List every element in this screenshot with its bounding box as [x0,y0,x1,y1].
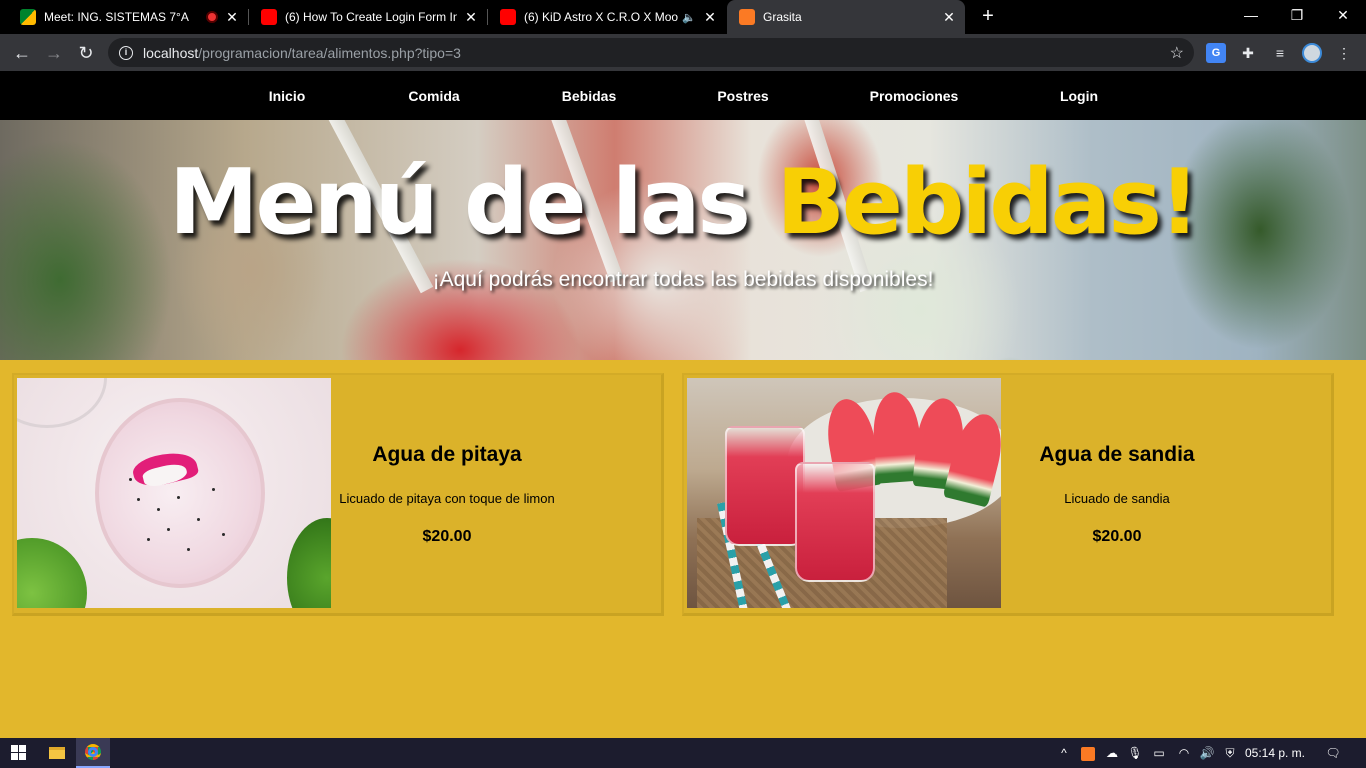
product-description: Licuado de sandia [1064,491,1170,506]
reload-icon[interactable]: ↻ [72,39,100,67]
pitaya-glass [95,398,265,588]
nav-bebidas[interactable]: Bebidas [562,71,616,120]
microphone-icon[interactable]: 🎙 [1126,738,1144,768]
product-price: $20.00 [1092,528,1142,545]
site-navigation: Inicio Comida Bebidas Postres Promocione… [0,71,1366,120]
tab-meet[interactable]: Meet: ING. SISTEMAS 7°A ✕ [8,0,248,34]
audio-playing-icon[interactable]: 🔈 [682,11,696,24]
site-info-icon[interactable]: i [119,45,133,60]
product-card[interactable]: Agua de sandia Licuado de sandia $20.00 [682,373,1334,616]
tab-close-icon[interactable]: ✕ [702,9,718,26]
url-path: /programacion/tarea/alimentos.php?tipo=3 [198,44,461,61]
product-description: Licuado de pitaya con toque de limon [339,491,555,506]
tab-close-icon[interactable]: ✕ [941,9,957,26]
product-name: Agua de sandia [1039,443,1195,466]
recording-icon [206,11,218,23]
seed [197,518,200,521]
nav-login[interactable]: Login [1060,71,1098,120]
seed [129,478,132,481]
security-shield-icon[interactable]: ⛨ [1220,738,1240,768]
tab-youtube-login[interactable]: (6) How To Create Login Form In ✕ [249,0,487,34]
url-host: localhost [143,44,199,61]
youtube-icon [500,9,516,25]
onedrive-cloud-icon[interactable]: ☁ [1102,738,1122,768]
hero-title-accent: Bebidas! [776,150,1200,255]
google-meet-icon [20,9,36,25]
product-name: Agua de pitaya [372,443,522,466]
product-info: Agua de pitaya Licuado de pitaya con toq… [331,375,563,615]
tab-title: Meet: ING. SISTEMAS 7°A [44,10,189,24]
windows-taskbar: ^ ☁ 🎙 ▭ ◠ 🔊 ⛨ 05:14 p. m. 🗨 [0,738,1366,768]
seed [212,488,215,491]
seed [187,548,190,551]
tab-close-icon[interactable]: ✕ [224,9,240,26]
taskbar-clock[interactable]: 05:14 p. m. [1240,738,1310,768]
xampp-tray-icon[interactable] [1078,738,1098,768]
close-window-button[interactable]: ✕ [1320,0,1366,30]
seed [157,508,160,511]
extensions-puzzle-icon[interactable]: ✚ [1238,43,1258,63]
hero-title: Menú de las Bebidas! [0,148,1366,258]
address-bar[interactable]: i localhost/programacion/tarea/alimentos… [108,38,1194,67]
notifications-icon[interactable]: 🗨 [1320,738,1346,768]
tab-youtube-music[interactable]: (6) KiD Astro X C.R.O X Moon 🔈 ✕ [488,0,726,34]
nav-promociones[interactable]: Promociones [870,71,959,120]
tab-title: (6) How To Create Login Form In [285,10,457,24]
chrome-taskbar-icon[interactable] [76,738,110,768]
tab-title: (6) KiD Astro X C.R.O X Moon [524,10,679,24]
glass-rim [17,378,107,428]
bookmark-star-icon[interactable]: ☆ [1170,43,1184,63]
seed [167,528,170,531]
xampp-icon [739,9,755,25]
back-arrow-icon[interactable]: ← [8,39,36,67]
product-image-pitaya [17,378,331,608]
green-drink-blur [17,538,87,608]
seed [177,496,180,499]
browser-tab-strip: Meet: ING. SISTEMAS 7°A ✕ (6) How To Cre… [0,0,1366,34]
seed [222,533,225,536]
seed [147,538,150,541]
tray-chevron-icon[interactable]: ^ [1054,738,1074,768]
product-price: $20.00 [422,528,472,545]
tab-close-icon[interactable]: ✕ [463,9,479,26]
restore-button[interactable]: ❐ [1274,0,1320,30]
nav-inicio[interactable]: Inicio [269,71,306,120]
product-image-sandia [687,378,1001,608]
hero-subtitle: ¡Aquí podrás encontrar todas las bebidas… [432,268,934,291]
minimize-button[interactable]: — [1228,0,1274,30]
menu-kebab-icon[interactable]: ⋮ [1334,43,1354,63]
battery-icon[interactable]: ▭ [1148,738,1170,768]
nav-comida[interactable]: Comida [408,71,459,120]
address-url[interactable]: localhost/programacion/tarea/alimentos.p… [143,45,461,61]
watermelon-drink-cup [725,426,805,546]
seed [137,498,140,501]
tab-title: Grasita [763,10,802,24]
wifi-icon[interactable]: ◠ [1174,738,1194,768]
product-card[interactable]: Agua de pitaya Licuado de pitaya con toq… [12,373,664,616]
nav-postres[interactable]: Postres [717,71,768,120]
volume-icon[interactable]: 🔊 [1196,738,1218,768]
watermelon-drink-cup [795,462,875,582]
translate-icon[interactable]: G [1206,43,1226,63]
green-drink-blur [287,518,331,608]
media-queue-icon[interactable]: ≡ [1270,43,1290,63]
youtube-icon [261,9,277,25]
hero-banner: Menú de las Bebidas! ¡Aquí podrás encont… [0,120,1366,360]
profile-avatar[interactable] [1302,43,1322,63]
browser-toolbar: ← → ↻ i localhost/programacion/tarea/ali… [0,34,1366,71]
file-explorer-icon[interactable] [40,738,74,768]
forward-arrow-icon[interactable]: → [40,39,68,67]
product-info: Agua de sandia Licuado de sandia $20.00 [1001,375,1233,615]
windows-start-icon[interactable] [0,738,40,768]
new-tab-button[interactable]: + [976,5,1000,29]
hero-title-main: Menú de las [168,150,777,255]
tab-grasita[interactable]: Grasita ✕ [727,0,965,34]
